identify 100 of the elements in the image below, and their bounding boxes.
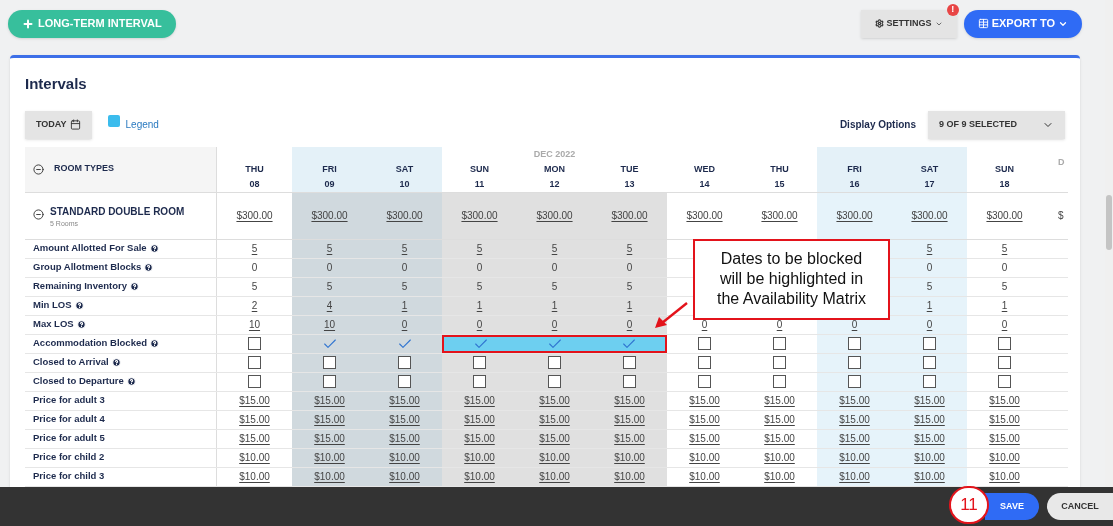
checkbox[interactable] [998, 375, 1011, 388]
value-link[interactable]: 0 [551, 317, 558, 332]
price-link[interactable]: $300.00 [686, 208, 723, 223]
checkbox[interactable] [698, 375, 711, 388]
value-link[interactable]: 1 [926, 298, 933, 313]
value-link[interactable]: $15.00 [764, 431, 795, 446]
value-link[interactable]: $15.00 [989, 431, 1020, 446]
value-link[interactable]: $10.00 [689, 450, 720, 465]
value-link[interactable]: 0 [701, 317, 708, 332]
value-link[interactable]: 5 [551, 241, 558, 256]
value-link[interactable]: 0 [851, 317, 858, 332]
value-link[interactable]: $10.00 [239, 469, 270, 484]
help-icon[interactable] [111, 358, 121, 367]
checkbox[interactable] [998, 356, 1011, 369]
checkbox[interactable] [248, 356, 261, 369]
value-link[interactable]: 0 [926, 317, 933, 332]
value-link[interactable]: 10 [248, 317, 261, 332]
value-link[interactable]: $15.00 [989, 393, 1020, 408]
checkbox[interactable] [848, 337, 861, 350]
value-link[interactable]: 0 [1001, 317, 1008, 332]
value-link[interactable]: 1 [626, 298, 633, 313]
checkbox[interactable] [548, 356, 561, 369]
value-link[interactable]: 1 [551, 298, 558, 313]
value-link[interactable]: $10.00 [989, 450, 1020, 465]
help-icon[interactable] [144, 263, 154, 272]
save-button[interactable]: SAVE [985, 493, 1039, 520]
value-link[interactable]: 0 [626, 317, 633, 332]
checkbox[interactable] [848, 375, 861, 388]
price-link[interactable]: $300.00 [986, 208, 1023, 223]
checkbox[interactable] [473, 375, 486, 388]
value-link[interactable]: 5 [626, 241, 633, 256]
checkbox[interactable] [698, 356, 711, 369]
checkbox[interactable] [398, 375, 411, 388]
checkbox[interactable] [248, 337, 261, 350]
price-link[interactable]: $300.00 [761, 208, 798, 223]
checkbox[interactable] [398, 356, 411, 369]
checkbox[interactable] [323, 356, 336, 369]
value-link[interactable]: $15.00 [239, 393, 270, 408]
price-link[interactable]: $300.00 [911, 208, 948, 223]
price-link[interactable]: $300.00 [311, 208, 348, 223]
checkbox[interactable] [923, 337, 936, 350]
display-options-dropdown[interactable]: 9 OF 9 SELECTED [928, 110, 1065, 139]
price-link[interactable]: $300.00 [536, 208, 573, 223]
value-link[interactable]: $15.00 [764, 412, 795, 427]
checkbox[interactable] [773, 356, 786, 369]
price-link[interactable]: $300.00 [386, 208, 423, 223]
value-link[interactable]: 0 [401, 317, 408, 332]
value-link[interactable]: 5 [476, 241, 483, 256]
help-icon[interactable] [149, 244, 159, 253]
checkbox[interactable] [323, 375, 336, 388]
value-link[interactable]: 1 [401, 298, 408, 313]
value-link[interactable]: 0 [476, 317, 483, 332]
value-link[interactable]: $10.00 [239, 450, 270, 465]
value-link[interactable]: 4 [326, 298, 333, 313]
value-link[interactable]: 5 [1001, 241, 1008, 256]
price-link[interactable]: $300.00 [461, 208, 498, 223]
checkbox[interactable] [848, 356, 861, 369]
today-button[interactable]: TODAY [25, 110, 92, 139]
price-link[interactable]: $300.00 [611, 208, 648, 223]
value-link[interactable]: $15.00 [989, 412, 1020, 427]
help-icon[interactable] [150, 339, 160, 348]
value-link[interactable]: $10.00 [989, 469, 1020, 484]
checkbox[interactable] [248, 375, 261, 388]
value-link[interactable]: 1 [1001, 298, 1008, 313]
help-icon[interactable] [76, 320, 86, 329]
value-link[interactable]: 10 [323, 317, 336, 332]
checkbox[interactable] [998, 337, 1011, 350]
checkbox[interactable] [548, 375, 561, 388]
help-icon[interactable] [126, 377, 136, 386]
checkbox[interactable] [623, 375, 636, 388]
checkbox[interactable] [773, 375, 786, 388]
cancel-button[interactable]: CANCEL [1047, 493, 1113, 520]
checkbox[interactable] [473, 356, 486, 369]
value-link[interactable]: 5 [251, 241, 258, 256]
value-link[interactable]: 2 [251, 298, 258, 313]
price-link[interactable]: $300.00 [836, 208, 873, 223]
collapse-icon[interactable] [33, 208, 44, 220]
checkbox[interactable] [923, 356, 936, 369]
value-link[interactable]: 5 [401, 241, 408, 256]
price-link[interactable]: $300.00 [236, 208, 273, 223]
value-link[interactable]: 1 [476, 298, 483, 313]
value-link[interactable]: $10.00 [689, 469, 720, 484]
help-icon[interactable] [74, 301, 84, 310]
value-link[interactable]: $15.00 [689, 393, 720, 408]
value-link[interactable]: $15.00 [689, 412, 720, 427]
help-icon[interactable] [129, 282, 139, 291]
checkbox[interactable] [773, 337, 786, 350]
value-link[interactable]: 0 [776, 317, 783, 332]
value-link[interactable]: $15.00 [239, 412, 270, 427]
value-link[interactable]: 5 [326, 241, 333, 256]
checkbox[interactable] [623, 356, 636, 369]
export-button[interactable]: EXPORT TO [963, 9, 1082, 38]
checkbox[interactable] [923, 375, 936, 388]
value-link[interactable]: $10.00 [764, 469, 795, 484]
value-link[interactable]: $15.00 [689, 431, 720, 446]
collapse-icon[interactable] [33, 163, 44, 175]
value-link[interactable]: $15.00 [764, 393, 795, 408]
price-link[interactable]: $ [1058, 208, 1064, 223]
value-link[interactable]: $15.00 [239, 431, 270, 446]
value-link[interactable]: 5 [926, 241, 933, 256]
